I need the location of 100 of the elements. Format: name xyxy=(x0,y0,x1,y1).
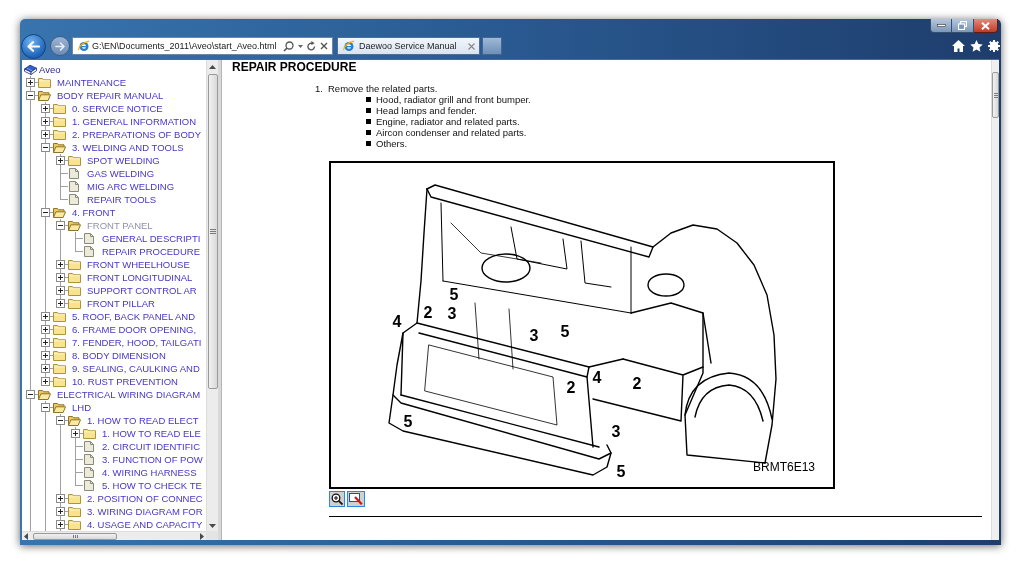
new-tab-button[interactable] xyxy=(482,37,502,55)
tree-item[interactable]: 2. POSITION OF CONNEC xyxy=(87,492,203,505)
plus-box-icon[interactable] xyxy=(56,494,65,503)
scrollbar-thumb[interactable] xyxy=(207,74,218,389)
plus-box-icon[interactable] xyxy=(41,338,50,347)
settings-icon[interactable] xyxy=(988,40,1000,52)
close-button[interactable] xyxy=(974,19,998,33)
tree-item[interactable]: REPAIR PROCEDURE xyxy=(102,245,200,258)
tree-item[interactable]: 4. USAGE AND CAPACITY xyxy=(87,518,203,531)
minus-box-icon[interactable] xyxy=(56,221,65,230)
zoom-button[interactable] xyxy=(329,491,345,507)
tree-item[interactable]: GAS WELDING xyxy=(87,167,155,180)
plus-box-icon[interactable] xyxy=(41,130,50,139)
plus-box-icon[interactable] xyxy=(41,325,50,334)
tree-item[interactable]: 2. CIRCUIT IDENTIFIC xyxy=(102,440,200,453)
tree-item[interactable]: 10. RUST PREVENTION xyxy=(72,375,178,388)
bullet-icon xyxy=(366,141,371,146)
step-number: 1. xyxy=(315,83,324,94)
home-icon[interactable] xyxy=(952,40,965,52)
minus-box-icon[interactable] xyxy=(41,208,50,217)
scrollbar[interactable] xyxy=(22,531,206,540)
close-icon[interactable] xyxy=(320,42,328,50)
tree-item[interactable]: 2. PREPARATIONS OF BODY xyxy=(72,128,201,141)
refresh-icon[interactable] xyxy=(307,41,316,51)
caret-left-icon[interactable] xyxy=(24,532,28,540)
tree-item[interactable]: 0. SERVICE NOTICE xyxy=(72,102,163,115)
tree-item[interactable]: 5. ROOF, BACK PANEL AND xyxy=(72,310,195,323)
plus-box-icon[interactable] xyxy=(56,260,65,269)
plus-box-icon[interactable] xyxy=(56,520,65,529)
plus-box-icon[interactable] xyxy=(56,156,65,165)
minus-box-icon[interactable] xyxy=(26,390,35,399)
scrollbar[interactable] xyxy=(206,60,218,531)
plus-box-icon[interactable] xyxy=(41,117,50,126)
tree-item[interactable]: FRONT PILLAR xyxy=(87,297,155,310)
folder-icon xyxy=(68,285,81,296)
plus-box-icon[interactable] xyxy=(56,507,65,516)
plus-box-icon[interactable] xyxy=(41,104,50,113)
tree-item[interactable]: 1. HOW TO READ ELECT xyxy=(87,414,199,427)
minus-box-icon[interactable] xyxy=(26,91,35,100)
tree-item[interactable]: FRONT LONGITUDINAL xyxy=(87,271,193,284)
tree-item[interactable]: 6. FRAME DOOR OPENING, xyxy=(72,323,197,336)
tree-item[interactable]: LHD xyxy=(72,401,91,414)
tree-item[interactable]: 4. FRONT xyxy=(72,206,116,219)
plus-box-icon[interactable] xyxy=(41,364,50,373)
plus-box-icon[interactable] xyxy=(26,78,35,87)
plus-box-icon[interactable] xyxy=(41,312,50,321)
tree-item[interactable]: FRONT WHEELHOUSE xyxy=(87,258,190,271)
plus-box-icon[interactable] xyxy=(56,299,65,308)
caret-down-icon[interactable] xyxy=(298,44,303,48)
tree-item[interactable]: REPAIR TOOLS xyxy=(87,193,157,206)
plus-box-icon[interactable] xyxy=(56,286,65,295)
scrollbar[interactable] xyxy=(991,60,999,540)
plus-box-icon[interactable] xyxy=(71,429,80,438)
tree-root[interactable]: Aveo xyxy=(39,63,61,76)
tree-item[interactable]: BODY REPAIR MANUAL xyxy=(57,89,164,102)
plus-box-icon[interactable] xyxy=(41,377,50,386)
callout-number: 4 xyxy=(592,369,602,386)
tree-item[interactable]: 8. BODY DIMENSION xyxy=(72,349,166,362)
tree-item[interactable]: 1. HOW TO READ ELE xyxy=(102,427,201,440)
tree-item[interactable]: GENERAL DESCRIPTI xyxy=(102,232,201,245)
address-field[interactable]: G:\EN\Documents_2011\Aveo\start_Aveo.html xyxy=(72,37,333,55)
tree-item[interactable]: 7. FENDER, HOOD, TAILGATI xyxy=(72,336,202,349)
favicon-icon xyxy=(78,40,90,52)
image-tool-button[interactable] xyxy=(347,491,365,507)
tree-item[interactable]: 3. FUNCTION OF POW xyxy=(102,453,203,466)
tree-item[interactable]: 3. WIRING DIAGRAM FOR xyxy=(87,505,203,518)
forward-button[interactable] xyxy=(50,36,70,56)
folder-icon xyxy=(68,155,81,166)
folder-icon xyxy=(53,324,66,335)
minus-box-icon[interactable] xyxy=(56,416,65,425)
tree-item[interactable]: 3. WELDING AND TOOLS xyxy=(72,141,184,154)
caret-up-icon[interactable] xyxy=(209,65,216,69)
search-icon[interactable] xyxy=(283,40,294,52)
caret-down-icon[interactable] xyxy=(209,524,216,528)
caret-right-icon[interactable] xyxy=(200,532,204,540)
page-icon xyxy=(84,480,94,491)
tree-item[interactable]: SPOT WELDING xyxy=(87,154,160,167)
folder-icon xyxy=(53,129,66,140)
minimize-button[interactable] xyxy=(930,19,952,33)
tree-item[interactable]: SUPPORT CONTROL AR xyxy=(87,284,197,297)
tree-item[interactable]: 1. GENERAL INFORMATION xyxy=(72,115,197,128)
restore-button[interactable] xyxy=(952,19,974,33)
tree-item[interactable]: 4. WIRING HARNESS xyxy=(102,466,197,479)
plus-box-icon[interactable] xyxy=(56,273,65,282)
tab[interactable]: Daewoo Service Manual xyxy=(337,37,480,55)
callout-number: 3 xyxy=(611,423,621,440)
tree-item[interactable]: 9. SEALING, CAULKING AND xyxy=(72,362,200,375)
scrollbar-thumb[interactable] xyxy=(992,72,999,118)
tree-item[interactable]: MAINTENANCE xyxy=(57,76,127,89)
minus-box-icon[interactable] xyxy=(41,403,50,412)
page-heading: REPAIR PROCEDURE xyxy=(232,60,358,74)
tree-item[interactable]: ELECTRICAL WIRING DIAGRAM xyxy=(57,388,201,401)
scrollbar-thumb[interactable] xyxy=(33,532,117,540)
star-icon[interactable] xyxy=(970,40,983,52)
tree-item[interactable]: 5. HOW TO CHECK TE xyxy=(102,479,202,492)
plus-box-icon[interactable] xyxy=(41,351,50,360)
tree-item[interactable]: MIG ARC WELDING xyxy=(87,180,175,193)
open-folder-icon xyxy=(38,389,51,400)
back-button[interactable] xyxy=(21,33,46,59)
minus-box-icon[interactable] xyxy=(41,143,50,152)
